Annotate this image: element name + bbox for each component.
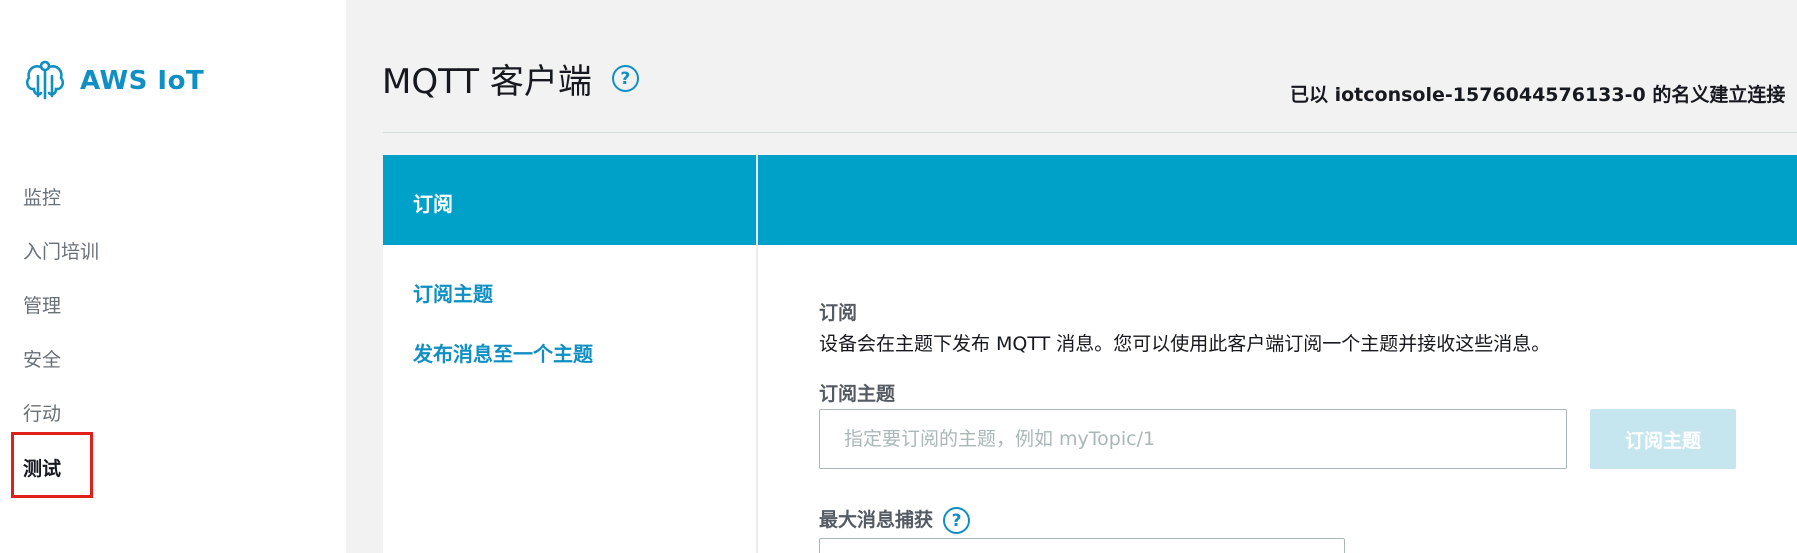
sidebar-item-act[interactable]: 行动 <box>23 399 61 426</box>
aws-iot-logo[interactable]: AWS IoT <box>22 58 204 104</box>
topic-input[interactable] <box>819 409 1567 469</box>
sidebar-item-manage[interactable]: 管理 <box>23 291 61 318</box>
page-title-text: MQTT 客户端 <box>382 62 592 102</box>
subscribe-button[interactable]: 订阅主题 <box>1590 409 1736 469</box>
help-icon[interactable]: ? <box>943 507 971 534</box>
sidebar-item-onboard[interactable]: 入门培训 <box>23 237 99 264</box>
sidebar-item-monitor[interactable]: 监控 <box>23 183 61 210</box>
mqtt-panel: 订阅 订阅主题 发布消息至一个主题 订阅 设备会在主题下发布 MQTT 消息。您… <box>383 155 1797 553</box>
max-capture-text: 最大消息捕获 <box>819 509 934 531</box>
max-capture-input[interactable] <box>819 538 1345 553</box>
panel-divider <box>756 155 758 553</box>
panel-header-title: 订阅 <box>413 192 453 216</box>
section-title: 订阅 <box>819 302 858 324</box>
panel-header-left: 订阅 <box>383 155 756 245</box>
header-divider <box>383 132 1797 133</box>
max-capture-label: 最大消息捕获? <box>819 505 971 534</box>
topic-label: 订阅主题 <box>819 383 896 405</box>
section-description: 设备会在主题下发布 MQTT 消息。您可以使用此客户端订阅一个主题并接收这些消息… <box>819 333 1551 355</box>
panel-header-right <box>758 155 1797 245</box>
help-icon[interactable]: ? <box>611 65 639 92</box>
connection-text: 已以 iotconsole-1576044576133-0 的名义建立连接 <box>1290 84 1786 106</box>
brand-name: AWS IoT <box>80 66 205 96</box>
sidebar-item-secure[interactable]: 安全 <box>23 345 61 372</box>
highlight-box <box>11 432 93 498</box>
iot-brain-icon <box>25 60 65 100</box>
sidebar: AWS IoT 监控 入门培训 管理 安全 行动 测试 <box>0 0 346 553</box>
publish-topic-link[interactable]: 发布消息至一个主题 <box>413 338 593 367</box>
connection-status[interactable]: 已以 iotconsole-1576044576133-0 的名义建立连接▾ <box>1290 80 1797 107</box>
page-title: MQTT 客户端 ? <box>382 54 639 103</box>
subscribe-topic-link[interactable]: 订阅主题 <box>413 278 493 307</box>
